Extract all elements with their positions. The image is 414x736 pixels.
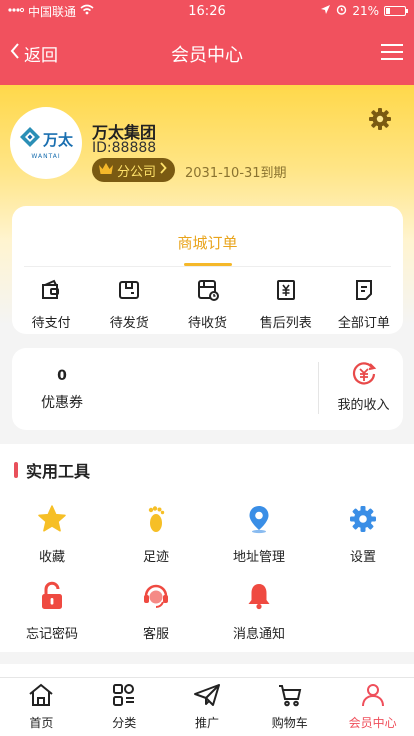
bottom-tab-bar: 首页 分类 推广 购物车 会员中心 <box>0 677 414 736</box>
page-title: 会员中心 <box>171 44 243 66</box>
gear-icon <box>368 108 392 135</box>
tab-category[interactable]: 分类 <box>83 678 166 736</box>
order-pending-payment[interactable]: 待支付 <box>12 278 90 331</box>
tab-label: 首页 <box>29 716 54 730</box>
footprint-icon <box>141 504 171 538</box>
tool-label: 设置 <box>349 550 376 565</box>
location-pin-icon <box>244 504 274 538</box>
menu-button[interactable] <box>380 42 404 66</box>
tool-footprints[interactable]: 足迹 <box>106 504 206 565</box>
battery-icon <box>384 6 408 16</box>
chevron-right-icon <box>159 162 167 178</box>
tool-label: 足迹 <box>142 550 169 565</box>
income-label: 我的收入 <box>337 398 390 413</box>
back-label: 返回 <box>24 46 58 66</box>
tab-mall-orders[interactable]: 商城订单 <box>12 232 403 253</box>
tools-section: 实用工具 收藏 足迹 地址管理 设置 忘记密码 客服 消息通知 <box>0 444 414 652</box>
member-level-badge[interactable]: 分公司 <box>92 158 176 182</box>
gear-icon <box>348 504 378 538</box>
tool-favorites[interactable]: 收藏 <box>2 504 102 565</box>
coupon-entry[interactable]: 0 优惠券 <box>12 368 112 412</box>
tab-cart[interactable]: 购物车 <box>248 678 331 736</box>
expire-date: 2031-10-31到期 <box>185 166 287 181</box>
paper-plane-icon <box>193 683 221 711</box>
orders-card: 商城订单 待支付 待发货 待收货 售后列表 全部订单 <box>12 206 403 334</box>
order-pending-receipt[interactable]: 待收货 <box>168 278 246 331</box>
status-bar: 中国联通 16:26 21% <box>0 0 414 22</box>
wallet-card: 0 优惠券 我的收入 <box>12 348 403 430</box>
document-icon <box>352 278 376 306</box>
wallet-icon <box>39 278 63 306</box>
home-icon <box>28 683 54 711</box>
tab-label: 会员中心 <box>348 716 397 730</box>
avatar[interactable]: 万太 WANTAI <box>10 107 82 179</box>
member-level-label: 分公司 <box>117 164 157 180</box>
divider <box>318 362 319 414</box>
tool-label: 客服 <box>142 627 169 642</box>
tab-label: 推广 <box>194 716 219 730</box>
tool-label: 忘记密码 <box>25 627 78 642</box>
user-id: ID:88888 <box>92 140 157 156</box>
section-marker <box>14 462 18 478</box>
tab-member-center[interactable]: 会员中心 <box>331 678 414 736</box>
padlock-icon <box>37 581 67 615</box>
receive-clock-icon <box>196 278 220 306</box>
chevron-left-icon <box>10 43 20 64</box>
order-label: 待发货 <box>109 316 149 331</box>
category-icon <box>111 683 137 711</box>
cart-icon <box>277 683 303 711</box>
income-coin-icon <box>350 362 378 392</box>
tab-label: 分类 <box>112 716 137 730</box>
divider <box>24 266 391 267</box>
tool-forgot-password[interactable]: 忘记密码 <box>2 581 102 642</box>
tool-label: 收藏 <box>38 550 65 565</box>
crown-icon <box>98 162 114 179</box>
tool-label: 消息通知 <box>232 627 285 642</box>
battery-fill <box>386 8 390 14</box>
order-all[interactable]: 全部订单 <box>325 278 403 331</box>
header-bar: 中国联通 16:26 21% 返回 会员中心 <box>0 0 414 85</box>
settings-button[interactable] <box>368 107 392 135</box>
back-button[interactable]: 返回 <box>10 41 58 66</box>
tool-address[interactable]: 地址管理 <box>209 504 309 565</box>
company-logo-icon <box>19 126 41 152</box>
yen-receipt-icon <box>274 278 298 306</box>
order-after-sales[interactable]: 售后列表 <box>247 278 325 331</box>
tool-label: 地址管理 <box>232 550 285 565</box>
logo-text: 万太 <box>42 130 73 149</box>
shipping-box-icon <box>117 278 141 306</box>
tool-customer-service[interactable]: 客服 <box>106 581 206 642</box>
my-income-entry[interactable]: 我的收入 <box>324 360 403 413</box>
tab-home[interactable]: 首页 <box>0 678 83 736</box>
tab-promote[interactable]: 推广 <box>166 678 249 736</box>
coupon-label: 优惠券 <box>41 395 83 411</box>
tab-label: 购物车 <box>271 716 308 730</box>
user-icon <box>360 683 386 711</box>
status-time: 16:26 <box>188 3 226 19</box>
bell-icon <box>244 581 274 615</box>
headset-icon <box>141 581 171 615</box>
order-label: 售后列表 <box>259 316 312 331</box>
tool-settings[interactable]: 设置 <box>313 504 413 565</box>
star-icon <box>37 504 67 538</box>
order-pending-shipment[interactable]: 待发货 <box>90 278 168 331</box>
tool-notifications[interactable]: 消息通知 <box>209 581 309 642</box>
logo-subtext: WANTAI <box>31 153 61 160</box>
coupon-count: 0 <box>57 368 67 384</box>
hamburger-icon <box>380 43 404 66</box>
nav-bar: 返回 会员中心 <box>0 22 414 85</box>
order-label: 全部订单 <box>337 316 390 331</box>
section-title: 实用工具 <box>26 462 91 481</box>
order-label: 待收货 <box>188 316 228 331</box>
order-label: 待支付 <box>31 316 71 331</box>
